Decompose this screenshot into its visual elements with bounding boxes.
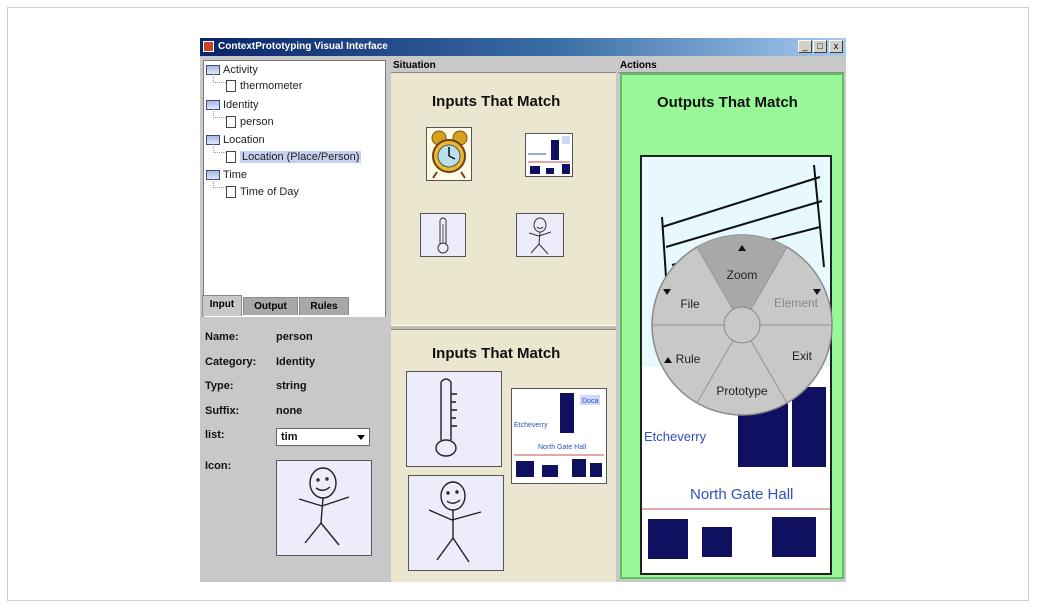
actions-panel: Outputs That Match Etcheverry North Gate… [620, 73, 844, 579]
icon-preview[interactable] [276, 460, 372, 556]
properties-panel: Name: person Category: Identity Type: st… [200, 317, 388, 582]
app-window: ContextPrototyping Visual Interface _ □ … [200, 38, 846, 582]
list-value: tim [281, 431, 298, 443]
minimize-button[interactable]: _ [798, 40, 812, 53]
tree-connector [213, 179, 226, 188]
tree-item-person[interactable]: person [226, 115, 274, 130]
pie-menu[interactable]: Zoom Element File Exit Rule Prototype [650, 233, 834, 417]
map-thumbnail[interactable] [525, 133, 573, 177]
pie-item-file[interactable]: File [680, 297, 700, 311]
thermometer-icon [437, 217, 449, 254]
tree-connector [213, 74, 226, 83]
window-title: ContextPrototyping Visual Interface [218, 41, 388, 52]
tree-label: thermometer [240, 80, 303, 92]
tree-label: Activity [223, 64, 258, 76]
close-button[interactable]: x [829, 40, 843, 53]
tree-item-location-place-person[interactable]: Location (Place/Person) [226, 150, 362, 165]
tab-rules[interactable]: Rules [299, 297, 349, 315]
map-thumbnail-large[interactable]: Doca Etcheverry North Gate Hall [511, 388, 607, 484]
category-value: Identity [276, 356, 316, 368]
pie-item-exit[interactable]: Exit [792, 349, 813, 363]
type-value: string [276, 380, 307, 392]
situation-splitter[interactable] [391, 325, 616, 330]
stick-figure-icon [298, 467, 350, 546]
tree-connector [213, 144, 226, 153]
map-label-building: North Gate Hall [538, 444, 587, 451]
campus-map-icon: Doca Etcheverry North Gate Hall [514, 393, 604, 477]
suffix-value: none [276, 405, 303, 417]
pie-item-prototype[interactable]: Prototype [716, 384, 768, 398]
thermometer-thumbnail[interactable] [420, 213, 466, 257]
maximize-button[interactable]: □ [813, 40, 827, 53]
alarm-clock-thumbnail[interactable] [426, 127, 472, 181]
stick-figure-icon [528, 217, 552, 255]
inputs-that-match-title-2: Inputs That Match [432, 345, 561, 362]
tree-label: Identity [223, 99, 259, 111]
map-label-street-large: Etcheverry [644, 429, 707, 444]
person-thumbnail[interactable] [516, 213, 564, 257]
chevron-down-icon[interactable] [357, 435, 365, 440]
outputs-that-match-title: Outputs That Match [657, 94, 798, 111]
icon-label: Icon: [205, 460, 232, 472]
tree-label-selected: Location (Place/Person) [240, 151, 362, 163]
suffix-label: Suffix: [205, 405, 240, 417]
alarm-clock-icon [431, 130, 468, 179]
person-large[interactable] [408, 475, 504, 571]
tree-item-time-of-day[interactable]: Time of Day [226, 185, 299, 200]
context-tree[interactable]: Activity thermometer Identity person Loc… [203, 60, 386, 330]
map-label-street: Etcheverry [514, 422, 548, 429]
situation-header-label: Situation [393, 60, 436, 71]
document-icon [226, 151, 236, 164]
actions-header: Actions [618, 59, 844, 73]
tree-connector [213, 109, 226, 118]
actions-header-label: Actions [620, 60, 657, 71]
map-label-doca: Doca [582, 398, 598, 405]
pie-item-rule[interactable]: Rule [676, 352, 701, 366]
thermometer-icon [435, 378, 457, 457]
thermometer-large[interactable] [406, 371, 502, 467]
document-icon [226, 186, 236, 199]
pie-item-element[interactable]: Element [774, 296, 819, 310]
document-icon [226, 116, 236, 129]
category-label: Category: [205, 356, 257, 368]
tree-label: Location [223, 134, 265, 146]
situation-header: Situation [391, 59, 616, 73]
map-label-building-large: North Gate Hall [690, 486, 793, 503]
tree-label: Time [223, 169, 248, 181]
pie-item-zoom[interactable]: Zoom [727, 268, 758, 282]
type-label: Type: [205, 380, 234, 392]
list-label: list: [205, 429, 225, 441]
app-icon [203, 41, 214, 52]
campus-map-icon [528, 136, 570, 174]
name-value: person [276, 331, 313, 343]
tree-item-thermometer[interactable]: thermometer [226, 79, 302, 94]
tree-label: Time of Day [240, 186, 299, 198]
name-label: Name: [205, 331, 239, 343]
document-icon [226, 80, 236, 93]
stick-figure-icon [428, 481, 482, 563]
list-dropdown[interactable]: tim [276, 428, 370, 446]
inputs-that-match-title: Inputs That Match [432, 93, 561, 110]
tab-input[interactable]: Input [202, 295, 242, 316]
title-bar[interactable]: ContextPrototyping Visual Interface _ □ … [200, 38, 846, 56]
tree-label: person [240, 116, 274, 128]
tab-output[interactable]: Output [243, 297, 298, 315]
